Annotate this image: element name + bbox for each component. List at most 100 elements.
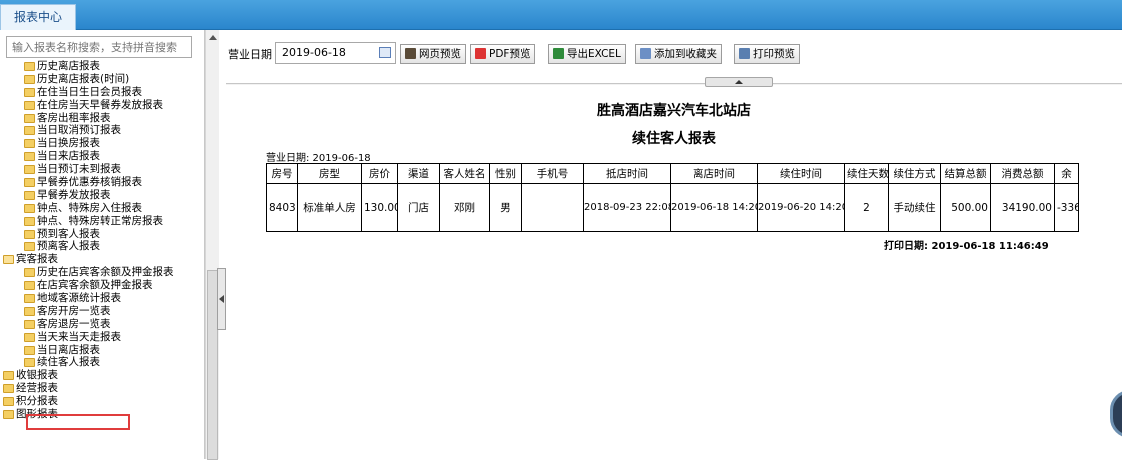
pdf-icon — [475, 48, 486, 59]
tree-item-label: 收银报表 — [16, 369, 58, 382]
tree-item-label: 宾客报表 — [16, 253, 58, 266]
print-preview-button[interactable]: 打印预览 — [734, 44, 800, 64]
tree-item[interactable]: 预离客人报表 — [0, 240, 204, 253]
table-cell: 34190.00 — [990, 183, 1055, 232]
folder-icon — [24, 126, 35, 136]
table-cell: 2019-06-20 14:20 — [757, 183, 845, 232]
tree-item[interactable]: 早餐券优惠券核销报表 — [0, 176, 204, 189]
column-header: 续住方式 — [888, 163, 941, 184]
folder-icon — [24, 242, 35, 252]
tree-item[interactable]: 历史离店报表(时间) — [0, 72, 204, 86]
business-date-input[interactable]: 2019-06-18 — [275, 42, 396, 64]
column-header: 房型 — [297, 163, 362, 184]
tree-item[interactable]: 历史在店宾客余额及押金报表 — [0, 266, 204, 279]
print-preview-label: 打印预览 — [753, 48, 795, 60]
tab-report-center[interactable]: 报表中心 — [0, 4, 76, 30]
tree-item-label: 预离客人报表 — [37, 240, 100, 253]
folder-icon — [24, 87, 35, 97]
folder-icon — [24, 216, 35, 226]
tree-item-label: 钟点、特殊房转正常房报表 — [37, 214, 163, 227]
tree-item-label: 早餐券发放报表 — [37, 188, 111, 201]
tree-item-label: 续住客人报表 — [37, 356, 100, 369]
column-header: 余 — [1054, 163, 1079, 184]
tree-item-label: 当天来当天走报表 — [37, 330, 121, 343]
report-search-input[interactable] — [6, 36, 192, 58]
report-header-row: 房号 房型 房价 渠道 客人姓名 性别 手机号 抵店时间 离店时间 续住时间 续住天数 续住方式 结算总… — [266, 163, 1079, 184]
report-sidebar: 历史离店报表历史离店报表(时间)在住当日生日会员报表在住房当天早餐券发放报表客房… — [0, 30, 205, 459]
folder-icon — [3, 384, 14, 394]
folder-icon — [24, 165, 35, 175]
tree-item-label: 钟点、特殊房入住报表 — [37, 201, 142, 214]
folder-icon — [24, 332, 35, 342]
folder-icon — [24, 268, 35, 278]
tree-item[interactable]: 客房开房一览表 — [0, 305, 204, 318]
tree-item-label: 客房退房一览表 — [37, 317, 111, 330]
viewer-toggle-handle[interactable] — [705, 77, 773, 87]
folder-icon — [24, 203, 35, 213]
table-cell: 男 — [489, 183, 522, 232]
tree-item[interactable]: 客房出租率报表 — [0, 111, 204, 125]
floating-help-button[interactable] — [1110, 390, 1122, 438]
tree-item[interactable]: 宾客报表 — [0, 253, 204, 266]
report-title: 续住客人报表 — [632, 131, 716, 147]
tree-item[interactable]: 地域客源统计报表 — [0, 292, 204, 305]
printer-icon — [739, 48, 750, 59]
tree-item[interactable]: 钟点、特殊房入住报表 — [0, 201, 204, 215]
tree-item[interactable]: 当日来店报表 — [0, 150, 204, 163]
tree-item[interactable]: 收银报表 — [0, 369, 204, 382]
tree-item[interactable]: 钟点、特殊房转正常房报表 — [0, 214, 204, 228]
folder-icon — [24, 281, 35, 291]
column-header: 客人姓名 — [439, 163, 490, 184]
tree-item-selected[interactable]: 续住客人报表 — [0, 356, 204, 369]
web-preview-button[interactable]: 网页预览 — [400, 44, 466, 64]
folder-icon — [3, 410, 14, 420]
tree-item[interactable]: 当天来当天走报表 — [0, 330, 204, 344]
tree-item-label: 地域客源统计报表 — [37, 292, 121, 305]
calendar-icon[interactable] — [379, 47, 391, 58]
tree-item[interactable]: 预到客人报表 — [0, 228, 204, 241]
tree-item[interactable]: 当日换房报表 — [0, 137, 204, 150]
table-cell: 8403 — [266, 183, 298, 232]
tree-item-label: 积分报表 — [16, 395, 58, 408]
tree-item-label: 客房出租率报表 — [37, 111, 111, 124]
viewer-divider — [226, 83, 1122, 85]
folder-icon — [24, 294, 35, 304]
tree-item[interactable]: 历史离店报表 — [0, 60, 204, 73]
sidebar-collapse-handle[interactable] — [217, 268, 226, 330]
tree-item[interactable]: 在住当日生日会员报表 — [0, 86, 204, 99]
printed-date: 打印日期: 2019-06-18 11:46:49 — [884, 241, 1049, 252]
column-header: 续住时间 — [757, 163, 845, 184]
add-favorite-button[interactable]: 添加到收藏夹 — [635, 44, 722, 64]
sidebar-scrollbar[interactable] — [205, 30, 219, 460]
folder-icon — [3, 397, 14, 407]
column-header: 消费总额 — [990, 163, 1055, 184]
tree-item-label: 当日离店报表 — [37, 343, 100, 356]
report-hotel-name: 胜高酒店嘉兴汽车北站店 — [597, 103, 751, 119]
table-cell: 2018-09-23 22:08 — [583, 183, 671, 232]
business-date-label: 营业日期 — [228, 48, 272, 61]
tree-item[interactable]: 在店宾客余额及押金报表 — [0, 279, 204, 292]
scroll-up-icon[interactable] — [209, 35, 217, 40]
pdf-preview-button[interactable]: PDF预览 — [470, 44, 536, 64]
tree-item[interactable]: 早餐券发放报表 — [0, 188, 204, 202]
table-cell: 130.00 — [361, 183, 398, 232]
tree-item[interactable]: 当日离店报表 — [0, 343, 204, 357]
table-cell: 门店 — [397, 183, 440, 232]
tree-item[interactable]: 经营报表 — [0, 382, 204, 395]
tree-item[interactable]: 在住房当天早餐券发放报表 — [0, 99, 204, 112]
column-header: 房号 — [266, 163, 298, 184]
table-cell: 2 — [844, 183, 889, 232]
export-excel-button[interactable]: 导出EXCEL — [548, 44, 626, 64]
excel-icon — [553, 48, 564, 59]
folder-icon — [24, 178, 35, 188]
tree-item-label: 早餐券优惠券核销报表 — [37, 176, 142, 189]
tree-item-label: 历史离店报表(时间) — [37, 72, 130, 85]
favorite-icon — [640, 48, 651, 59]
folder-icon — [24, 358, 35, 368]
tree-item[interactable]: 当日预订未到报表 — [0, 163, 204, 176]
folder-icon — [24, 345, 35, 355]
pdf-preview-label: PDF预览 — [489, 48, 531, 60]
tree-item[interactable]: 客房退房一览表 — [0, 317, 204, 331]
tree-item[interactable]: 当日取消预订报表 — [0, 124, 204, 137]
tree-item[interactable]: 积分报表 — [0, 395, 204, 408]
